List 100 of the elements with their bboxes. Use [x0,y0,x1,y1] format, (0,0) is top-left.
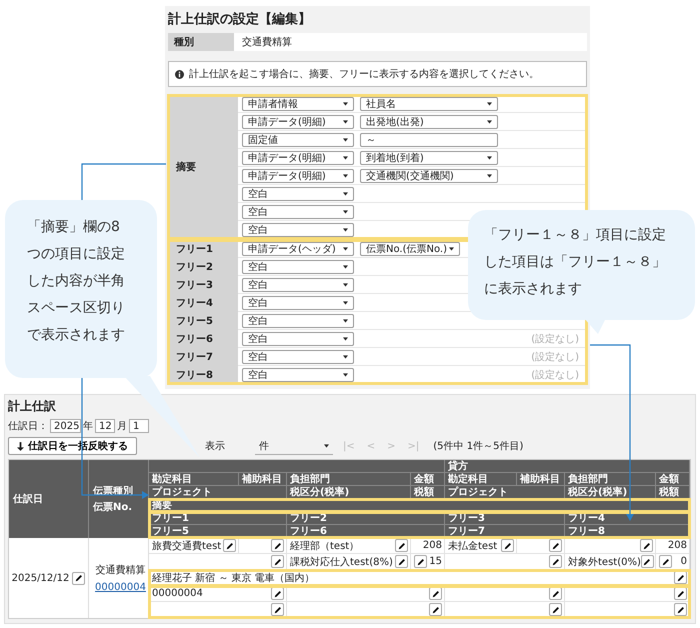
dropdown[interactable]: 固定値 [242,132,354,146]
amount-text: 15 [428,556,442,567]
cell-text: 課税対応仕入test(8%) [290,556,394,568]
caret-icon [343,372,348,376]
unit-label: 年 [83,420,93,433]
row-label: フリー1 [168,240,238,258]
edit-button[interactable] [549,587,562,600]
edit-button[interactable] [395,555,408,568]
dropdown[interactable]: 空白 [242,314,354,328]
info-text: 計上仕訳を起こす場合に、摘要、フリーに表示する内容を選択してください。 [189,68,539,81]
caret-icon [487,120,492,124]
unit-label: 月 [117,420,127,433]
dropdown[interactable]: 空白 [242,204,354,218]
dropdown[interactable]: 到着地(到着) [360,150,498,164]
cell-text: 経理花子 新宿 ～ 東京 電車（国内） [152,572,316,584]
page-size-dropdown[interactable]: 件 [255,438,333,454]
caret-icon [487,174,492,178]
edit-button[interactable] [223,539,236,552]
field-value: 交通費精算 [241,36,292,50]
date-text: 2025/12/12 [12,572,70,584]
dropdown[interactable]: 空白 [242,260,354,274]
cell-text: 対象外test(0%) [568,556,641,568]
edit-button[interactable] [640,555,654,568]
caret-icon [343,156,348,160]
row-label: 摘要 [168,95,238,239]
page-range: (5件中 1件～5件目) [433,440,524,453]
caret-icon [343,210,348,214]
edit-button[interactable] [429,603,442,616]
edit-button[interactable] [549,603,562,616]
dropdown[interactable]: 社員名 [360,96,498,110]
day-field[interactable]: 1 [129,419,149,433]
info-icon [175,70,184,78]
row-label: フリー5 [168,312,238,330]
edit-button[interactable] [674,571,687,584]
dropdown[interactable]: 空白 [242,186,354,200]
caret-icon [343,138,348,142]
cell-text: 旅費交通費test [152,540,222,552]
edit-button[interactable] [501,539,514,552]
caret-icon [343,300,348,304]
note-text: (設定なし) [531,350,579,364]
caret-icon [343,318,348,322]
amount-text: 0 [680,556,687,567]
column-header: 仕訳日 [9,460,89,538]
edit-button[interactable] [674,587,687,600]
caret-icon [343,264,348,268]
dropdown[interactable]: 空白 [242,350,354,364]
pencil-icon [504,542,512,550]
row-label: フリー2 [168,258,238,276]
caret-icon [343,354,348,358]
column-header: フリー8 [565,525,690,538]
panel-title: 計上仕訳 [8,398,57,415]
edit-button[interactable] [414,555,427,568]
edit-button[interactable] [429,587,442,600]
pencil-icon [74,574,83,582]
amount-text: 208 [666,540,687,551]
pencil-icon [226,542,234,550]
edit-button[interactable] [640,539,653,552]
year-field[interactable]: 2025 [50,419,81,433]
callout-text: 「摘要」欄の8つの項目に設定した内容が半角スペース区切りで表示されます [27,218,126,345]
cell-text: 00000004 [152,588,204,599]
edit-button[interactable] [395,539,408,552]
dropdown[interactable]: 申請データ(明細) [242,150,354,164]
edit-button[interactable] [549,555,562,568]
caret-icon [343,246,348,250]
cell-text: 未払金test [448,540,498,552]
month-field[interactable]: 12 [95,419,115,433]
dropdown[interactable]: 空白 [242,296,354,310]
dropdown[interactable]: 伝票No.(伝票No.) [360,242,460,256]
edit-button[interactable] [271,587,284,600]
column-header: フリー5 [149,525,287,538]
note-text: (設定なし) [531,368,579,382]
edit-button[interactable] [659,555,672,568]
caret-icon [343,174,348,178]
dropdown[interactable]: 空白 [242,278,354,292]
dropdown[interactable]: 出発地(出発) [360,114,498,128]
dropdown[interactable]: 空白 [242,222,354,236]
edit-button[interactable] [271,539,284,552]
slip-number-link[interactable]: 00000004 [95,582,146,593]
input-field[interactable]: ～ [360,132,498,146]
field-label: 仕訳日： [8,420,48,433]
edit-button[interactable] [674,603,687,616]
row-label: フリー4 [168,294,238,312]
dropdown[interactable]: 空白 [242,332,354,346]
caret-icon [343,282,348,286]
dropdown[interactable]: 申請データ(明細) [242,114,354,128]
dropdown[interactable]: 申請データ(ヘッダ) [242,242,354,256]
dropdown[interactable]: 申請者情報 [242,96,354,110]
edit-button[interactable] [72,572,86,584]
row-label: フリー3 [168,276,238,294]
edit-button[interactable] [549,539,562,552]
row-label: フリー8 [168,366,238,384]
callout-text: 「フリー１～８」項目に設定した項目は「フリー１～８」に表示されます [484,226,667,299]
arrow-down-icon [17,442,24,450]
edit-button[interactable] [271,603,284,616]
dropdown[interactable]: 交通機関(交通機関) [360,168,498,182]
dropdown[interactable]: 申請データ(明細) [242,168,354,182]
edit-button[interactable] [271,555,284,568]
dropdown[interactable]: 空白 [242,368,354,382]
slip-type: 交通費精算 [96,564,146,577]
cell-text: 経理部（test） [290,540,360,552]
